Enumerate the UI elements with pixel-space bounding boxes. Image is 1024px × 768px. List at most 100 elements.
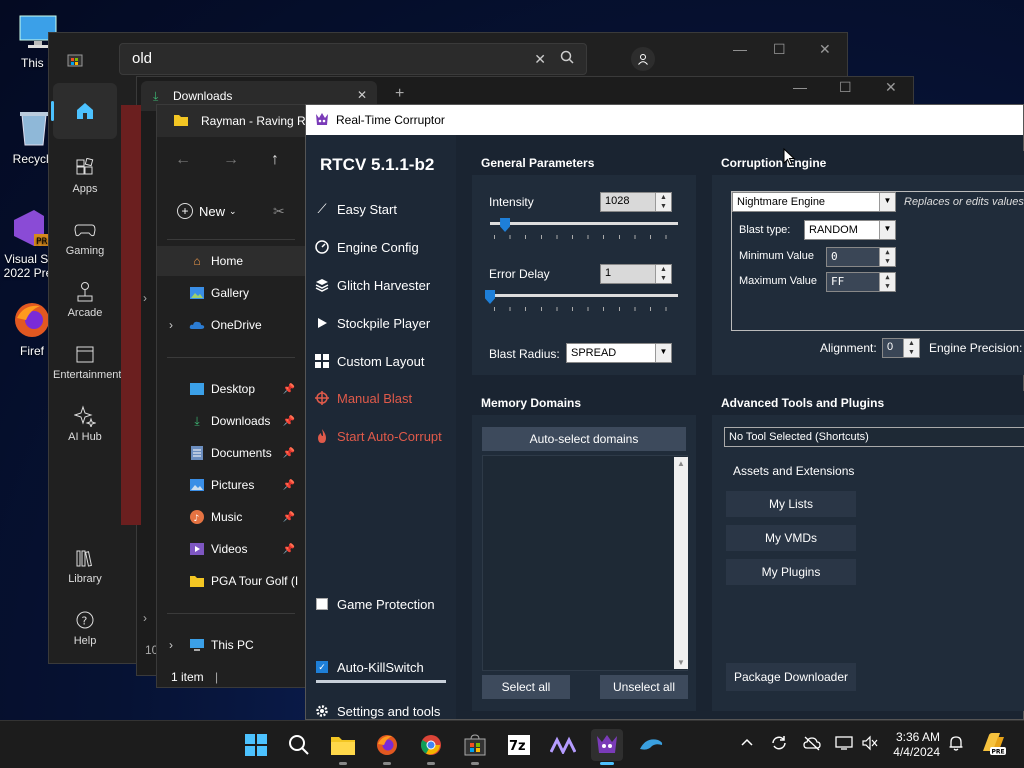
menu-easy-start[interactable]: ⟋ Easy Start <box>314 197 454 221</box>
minimum-value-input[interactable]: 0 ▲ ▼ <box>826 247 896 267</box>
taskbar-app-waves[interactable] <box>547 729 579 761</box>
blast-type-select[interactable]: RANDOM ▼ <box>804 220 896 240</box>
minimize-button[interactable]: — <box>793 79 807 95</box>
error-delay-slider-thumb[interactable] <box>485 290 495 304</box>
alignment-input[interactable]: 0 ▲ ▼ <box>882 338 920 358</box>
maximum-value-input[interactable]: FF ▲ ▼ <box>826 272 896 292</box>
scroll-down-icon[interactable]: ▼ <box>677 658 685 667</box>
menu-custom-layout[interactable]: Custom Layout <box>314 349 454 373</box>
scroll-up-icon[interactable]: ▲ <box>677 459 685 468</box>
nav-item-downloads[interactable]: ⤓ Downloads 📌 <box>157 406 305 436</box>
sidebar-item-apps[interactable]: Apps <box>53 153 117 195</box>
nav-item-desktop[interactable]: Desktop 📌 <box>157 374 305 404</box>
intensity-slider-track[interactable] <box>490 222 678 225</box>
error-delay-slider-track[interactable] <box>490 294 678 297</box>
nav-item-videos[interactable]: Videos 📌 <box>157 534 305 564</box>
taskbar-7zip[interactable]: 7z <box>503 729 535 761</box>
checkbox-checked: ✓ <box>314 659 330 675</box>
clock[interactable]: 3:36 AM 4/4/2024 <box>886 730 940 760</box>
my-plugins-button[interactable]: My Plugins <box>726 559 856 585</box>
menu-manual-blast[interactable]: Manual Blast <box>314 386 454 410</box>
stepper-icon[interactable]: ▲ ▼ <box>879 248 895 266</box>
nav-item-home[interactable]: ⌂ Home <box>157 246 305 276</box>
display-icon <box>835 736 853 750</box>
clear-icon[interactable]: ✕ <box>534 51 546 68</box>
pin-icon: 📌 <box>282 383 295 395</box>
my-lists-button[interactable]: My Lists <box>726 491 856 517</box>
menu-start-auto-corrupt[interactable]: Start Auto-Corrupt <box>314 424 454 448</box>
taskbar-store[interactable] <box>459 729 491 765</box>
volume-mute-tray-icon[interactable] <box>862 735 878 754</box>
domains-list[interactable] <box>482 455 688 671</box>
stepper-icon[interactable]: ▲ ▼ <box>655 193 671 211</box>
search-icon[interactable] <box>560 50 574 68</box>
store-search-input[interactable]: old ✕ <box>119 43 587 75</box>
taskbar-chrome[interactable] <box>415 729 447 765</box>
new-button[interactable]: + New ⌄ <box>177 203 237 219</box>
game-protection-checkbox[interactable]: Game Protection <box>314 592 454 616</box>
close-button[interactable]: ✕ <box>819 41 831 58</box>
sync-tray-icon[interactable] <box>770 735 788 754</box>
sidebar-item-gaming[interactable]: Gaming <box>53 215 117 257</box>
package-downloader-button[interactable]: Package Downloader <box>726 663 856 691</box>
my-vmds-button[interactable]: My VMDs <box>726 525 856 551</box>
button-label: Auto-select domains <box>529 432 639 446</box>
engine-select[interactable]: Nightmare Engine ▼ <box>732 192 896 212</box>
nav-item-this-pc[interactable]: › This PC <box>157 630 305 660</box>
start-button[interactable] <box>240 729 272 761</box>
account-icon[interactable] <box>631 47 655 71</box>
close-tab-icon[interactable]: ✕ <box>357 88 367 102</box>
sidebar-item-library[interactable]: Library <box>53 543 117 585</box>
maximize-button[interactable]: ☐ <box>773 41 786 58</box>
taskbar-firefox[interactable] <box>371 729 403 765</box>
scrollbar[interactable]: ▲ ▼ <box>674 457 688 669</box>
menu-stockpile-player[interactable]: Stockpile Player <box>314 311 454 335</box>
auto-select-domains-button[interactable]: Auto-select domains <box>482 427 686 451</box>
notifications-tray-icon[interactable] <box>948 735 964 754</box>
sidebar-item-arcade[interactable]: Arcade <box>53 277 117 319</box>
sidebar-item-help[interactable]: ? Help <box>53 605 117 647</box>
new-tab-icon[interactable]: + <box>395 85 404 103</box>
stepper-icon[interactable]: ▲ ▼ <box>655 265 671 283</box>
menu-engine-config[interactable]: Engine Config <box>314 235 454 259</box>
sidebar-item-entertainment[interactable]: Entertainment <box>53 339 121 381</box>
forward-icon[interactable]: → <box>223 151 239 169</box>
menu-glitch-harvester[interactable]: Glitch Harvester <box>314 273 454 297</box>
taskbar-dolphin[interactable] <box>635 729 667 761</box>
nav-item-documents[interactable]: Documents 📌 <box>157 438 305 468</box>
nav-item-pga-tour-golf[interactable]: PGA Tour Golf (I <box>157 566 305 596</box>
engine-precision-label: Engine Precision: <box>929 341 1023 355</box>
minimize-button[interactable]: — <box>733 41 747 57</box>
error-delay-input[interactable]: 1 ▲ ▼ <box>600 264 672 284</box>
dolphin-icon <box>640 739 663 750</box>
auto-killswitch-checkbox[interactable]: ✓ Auto-KillSwitch <box>314 655 454 679</box>
unselect-all-button[interactable]: Unselect all <box>600 675 688 699</box>
stepper-icon[interactable]: ▲ ▼ <box>903 339 919 357</box>
cut-icon[interactable]: ✂ <box>273 203 285 220</box>
sidebar-item-home[interactable] <box>51 83 117 139</box>
tool-select[interactable]: No Tool Selected (Shortcuts) <box>724 427 1024 447</box>
taskbar-file-explorer[interactable] <box>327 729 359 765</box>
up-icon[interactable]: ↑ <box>271 151 279 169</box>
nav-item-pictures[interactable]: Pictures 📌 <box>157 470 305 500</box>
cloud-off-tray-icon[interactable] <box>803 735 821 754</box>
close-button[interactable]: ✕ <box>885 79 897 96</box>
taskbar-search-button[interactable] <box>283 729 315 761</box>
nav-item-music[interactable]: ♪ Music 📌 <box>157 502 305 532</box>
blast-radius-select[interactable]: SPREAD ▼ <box>566 343 672 363</box>
taskbar-rtcv[interactable] <box>591 729 623 765</box>
show-hidden-icons[interactable] <box>740 735 754 750</box>
back-icon[interactable]: ← <box>175 151 191 169</box>
stepper-icon[interactable]: ▲ ▼ <box>879 273 895 291</box>
gauge-icon <box>314 239 330 255</box>
nav-item-gallery[interactable]: Gallery <box>157 278 305 308</box>
intensity-input[interactable]: 1028 ▲ ▼ <box>600 192 672 212</box>
intensity-slider-thumb[interactable] <box>500 218 511 232</box>
copilot-tray-icon[interactable]: PRE <box>980 731 1006 760</box>
maximize-button[interactable]: ☐ <box>839 79 852 96</box>
display-tray-icon[interactable] <box>835 735 853 754</box>
nav-item-onedrive[interactable]: › OneDrive <box>157 310 305 340</box>
home-icon <box>53 83 117 139</box>
sidebar-item-ai-hub[interactable]: AI Hub <box>53 401 117 443</box>
select-all-button[interactable]: Select all <box>482 675 570 699</box>
